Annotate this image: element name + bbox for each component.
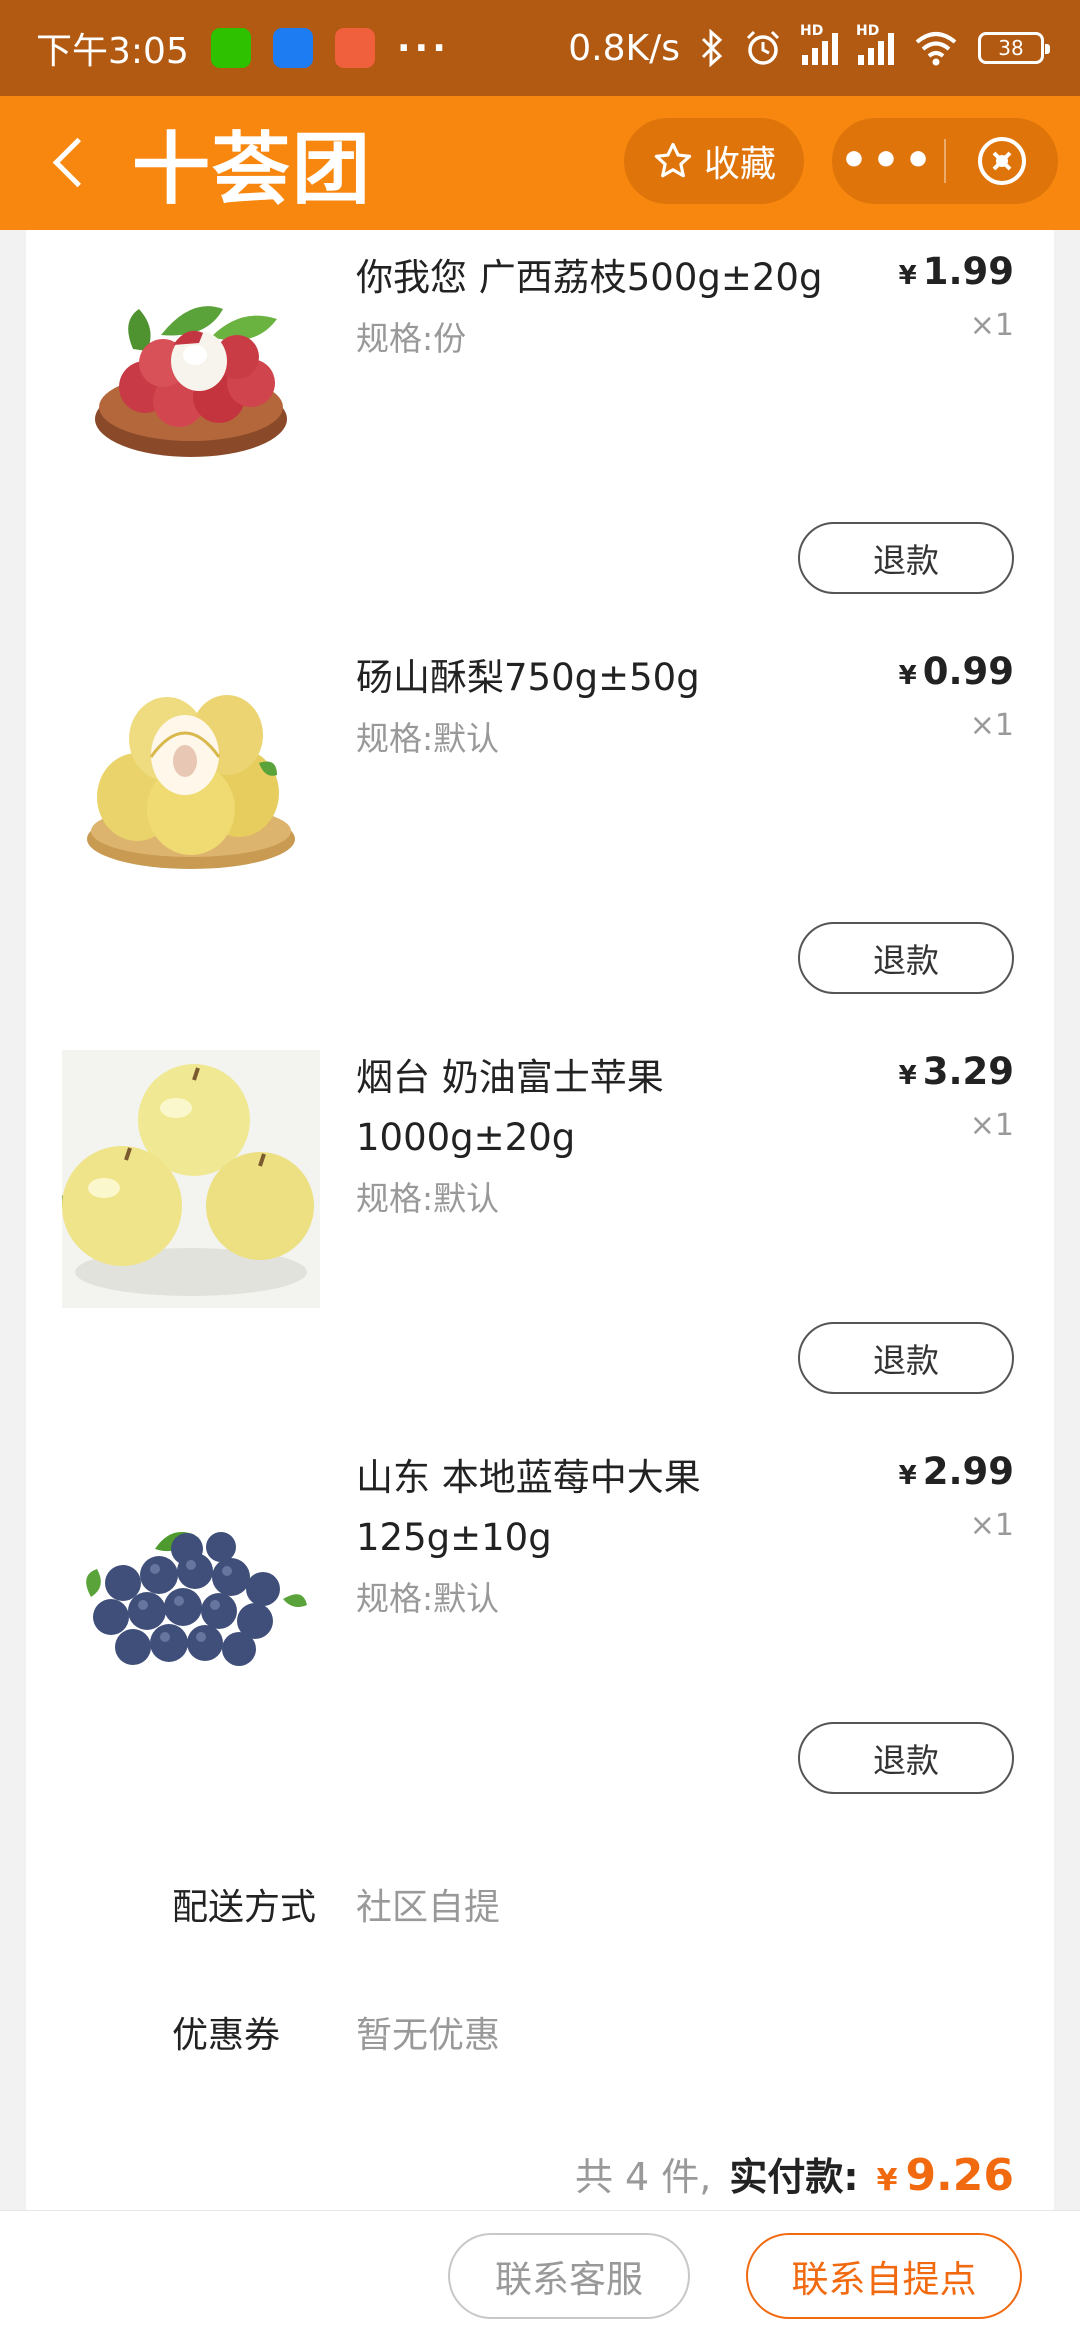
- currency-symbol: ¥: [898, 661, 917, 691]
- app-notification-icon: [272, 28, 313, 68]
- close-button[interactable]: [946, 135, 1058, 187]
- coupon-label: 优惠券: [172, 2015, 281, 2056]
- refund-button[interactable]: 退款: [798, 1322, 1014, 1394]
- order-item: 你我您 广西荔枝500g±20g 规格:份 ¥1.99 ×1 退款: [26, 230, 1054, 630]
- lychee-photo: [62, 250, 320, 508]
- item-name: 山东 本地蓝莓中大果125g±10g: [356, 1456, 701, 1559]
- status-bar: 下午3:05 ··· 0.8K/s HD HD 38: [0, 0, 1080, 96]
- more-notifications-icon: ···: [396, 27, 450, 69]
- order-item: 山东 本地蓝莓中大果125g±10g 规格:默认 ¥2.99 ×1 退款: [26, 1430, 1054, 1830]
- item-price: ¥0.99: [899, 650, 1014, 693]
- item-price: ¥3.29: [899, 1050, 1014, 1093]
- order-item: 砀山酥梨750g±50g 规格:默认 ¥0.99 ×1 退款: [26, 630, 1054, 1030]
- item-quantity: ×1: [969, 708, 1014, 743]
- status-time: 下午3:05: [36, 31, 189, 72]
- signal-1-icon: HD: [800, 23, 838, 65]
- refund-button[interactable]: 退款: [798, 522, 1014, 594]
- blueberry-photo: [62, 1450, 320, 1708]
- app-logo: 十荟团: [132, 124, 373, 215]
- bottom-action-bar: 联系客服 联系自提点: [0, 2210, 1080, 2340]
- item-price-value: 1.99: [922, 250, 1014, 293]
- item-price-value: 3.29: [922, 1050, 1014, 1093]
- currency-symbol: ¥: [898, 1061, 917, 1091]
- delivery-value: 社区自提: [356, 1887, 501, 1928]
- item-spec: 规格:份: [356, 319, 467, 358]
- pear-photo: [62, 650, 320, 908]
- item-quantity: ×1: [969, 308, 1014, 343]
- apple-photo: [62, 1050, 320, 1308]
- refund-button[interactable]: 退款: [798, 1722, 1014, 1794]
- currency-symbol: ¥: [876, 2163, 898, 2198]
- contact-pickup-point-button[interactable]: 联系自提点: [746, 2233, 1022, 2319]
- item-spec: 规格:默认: [356, 719, 500, 758]
- item-quantity: ×1: [969, 1508, 1014, 1543]
- wifi-icon: [915, 32, 957, 66]
- paid-amount-value: 9.26: [905, 2150, 1014, 2201]
- item-price: ¥2.99: [899, 1450, 1014, 1493]
- signal-2-icon: HD: [856, 23, 894, 65]
- app-header: 十荟团 收藏 •••: [0, 96, 1080, 230]
- map-notification-icon: [334, 28, 375, 68]
- item-price-value: 0.99: [922, 650, 1014, 693]
- currency-symbol: ¥: [898, 1461, 917, 1491]
- item-spec: 规格:默认: [356, 1579, 500, 1618]
- back-arrow-icon[interactable]: [44, 137, 96, 189]
- miniprogram-capsule: •••: [832, 118, 1058, 204]
- more-menu-icon[interactable]: •••: [832, 131, 944, 191]
- paid-label: 实付款:: [729, 2155, 859, 2199]
- item-price: ¥1.99: [899, 250, 1014, 293]
- close-icon: [978, 137, 1026, 185]
- currency-symbol: ¥: [898, 261, 917, 291]
- item-count: 共 4 件,: [574, 2155, 712, 2199]
- delivery-label: 配送方式: [172, 1887, 317, 1928]
- order-card: 你我您 广西荔枝500g±20g 规格:份 ¥1.99 ×1 退款 砀山酥梨75…: [26, 230, 1054, 2210]
- wechat-notification-icon: [210, 28, 251, 68]
- contact-service-button[interactable]: 联系客服: [448, 2233, 690, 2319]
- item-name: 你我您 广西荔枝500g±20g: [356, 256, 823, 299]
- item-price-value: 2.99: [922, 1450, 1014, 1493]
- refund-button[interactable]: 退款: [798, 922, 1014, 994]
- favorite-button[interactable]: 收藏: [624, 118, 804, 204]
- alarm-icon: [746, 30, 780, 65]
- bluetooth-icon: [701, 28, 723, 68]
- order-item: 烟台 奶油富士苹果1000g±20g 规格:默认 ¥3.29 ×1 退款: [26, 1030, 1054, 1430]
- order-total: 共 4 件, 实付款: ¥9.26: [575, 2146, 1014, 2201]
- battery-icon: 38: [978, 32, 1050, 64]
- item-name: 砀山酥梨750g±50g: [356, 656, 700, 699]
- item-spec: 规格:默认: [356, 1179, 500, 1218]
- star-icon: [654, 142, 692, 178]
- item-name: 烟台 奶油富士苹果1000g±20g: [356, 1056, 664, 1159]
- paid-amount: ¥9.26: [877, 2150, 1014, 2201]
- delivery-method-row: 配送方式 社区自提: [172, 1878, 500, 1930]
- coupon-row: 优惠券 暂无优惠: [172, 2006, 500, 2058]
- item-quantity: ×1: [969, 1108, 1014, 1143]
- network-speed: 0.8K/s: [568, 27, 680, 69]
- coupon-value: 暂无优惠: [356, 2015, 501, 2056]
- favorite-label: 收藏: [703, 144, 776, 185]
